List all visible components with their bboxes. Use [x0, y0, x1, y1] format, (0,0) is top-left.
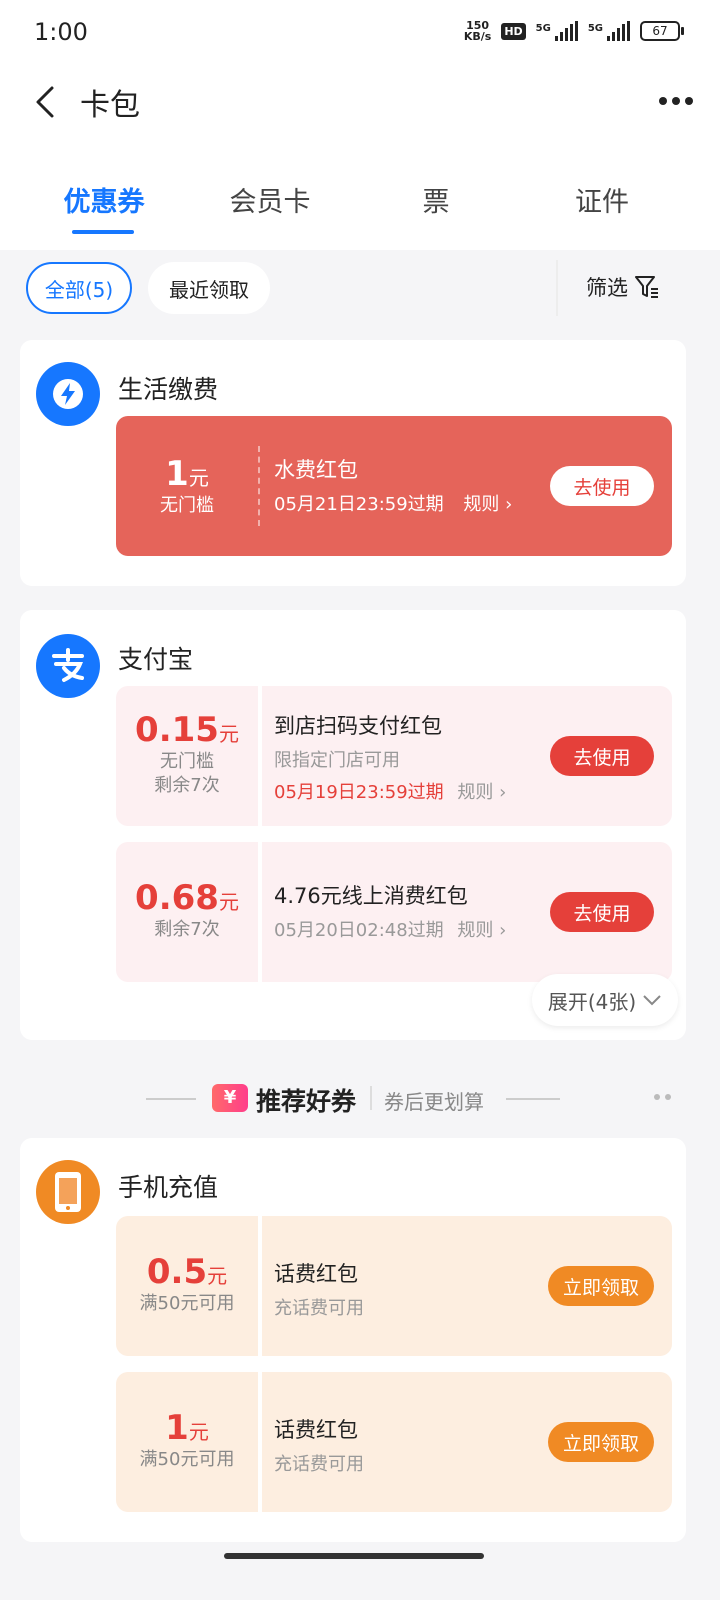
coupon-expiry: 05月19日23:59过期 — [274, 782, 444, 803]
filter-chip-recent[interactable]: 最近领取 — [148, 262, 270, 314]
tab-tickets[interactable]: 票 — [376, 180, 496, 219]
coupon-info: 水费红包 05月21日23:59过期 规则 › — [274, 458, 513, 515]
coupon-info: 话费红包 充话费可用 — [274, 1418, 364, 1475]
status-bar: 1:00 150 KB/s HD 5G 5G 67 — [0, 0, 720, 66]
signal-icon — [554, 21, 578, 41]
status-icons: 150 KB/s HD 5G 5G 67 — [463, 19, 684, 43]
signal-icon-2 — [607, 21, 630, 41]
coupon-expiry: 05月21日23:59过期 — [274, 494, 444, 515]
more-dots-icon[interactable] — [652, 1092, 674, 1102]
chevron-down-icon — [643, 995, 661, 1006]
page-title: 卡包 — [80, 88, 140, 123]
section-title: 支付宝 — [118, 645, 194, 674]
expand-button[interactable]: 展开(4张) — [532, 974, 678, 1026]
use-button[interactable]: 去使用 — [550, 466, 654, 506]
coupon-value: 1元 无门槛 — [160, 454, 214, 516]
battery-icon: 67 — [640, 21, 684, 41]
rules-link[interactable]: 规则 › — [463, 494, 512, 515]
recommend-title: 推荐好券 — [256, 1087, 357, 1116]
filter-label: 筛选 — [586, 276, 628, 300]
recommend-header: ¥ 推荐好券 券后更划算 — [0, 1076, 720, 1126]
rules-link[interactable]: 规则 › — [457, 920, 506, 941]
coupon-card[interactable]: 0.15元 无门槛 剩余7次 到店扫码支付红包 限指定门店可用 05月19日23… — [116, 686, 672, 826]
filter-chip-all[interactable]: 全部(5) — [26, 262, 132, 314]
coupon-card[interactable]: 1元 无门槛 水费红包 05月21日23:59过期 规则 › 去使用 — [116, 416, 672, 556]
5g-icon: 5G — [535, 22, 551, 34]
tab-coupons[interactable]: 优惠券 — [44, 180, 164, 234]
divider — [370, 1086, 372, 1110]
clock: 1:00 — [34, 18, 88, 46]
coupon-card[interactable]: 1元 满50元可用 话费红包 充话费可用 立即领取 — [116, 1372, 672, 1512]
coupon-divider — [258, 1372, 262, 1512]
tab-certificates[interactable]: 证件 — [542, 180, 662, 219]
active-tab-indicator — [72, 230, 134, 234]
coupon-expiry: 05月20日02:48过期 — [274, 920, 444, 941]
use-button[interactable]: 去使用 — [550, 736, 654, 776]
coupon-info: 到店扫码支付红包 限指定门店可用 05月19日23:59过期 规则 › — [274, 714, 507, 803]
tab-member-cards[interactable]: 会员卡 — [210, 180, 330, 219]
coupon-value: 0.68元 剩余7次 — [135, 878, 239, 940]
phone-icon — [36, 1160, 100, 1224]
coupon-divider — [258, 446, 260, 526]
use-button[interactable]: 去使用 — [550, 892, 654, 932]
funnel-icon — [635, 276, 658, 298]
lightning-icon — [36, 362, 100, 426]
hd-icon: HD — [501, 22, 526, 40]
network-speed: 150 KB/s — [463, 19, 492, 43]
coupon-divider — [258, 686, 262, 826]
coupon-info: 4.76元线上消费红包 05月20日02:48过期 规则 › — [274, 884, 507, 941]
rules-link[interactable]: 规则 › — [457, 782, 506, 803]
alipay-logo-icon — [36, 634, 100, 698]
coupon-value: 1元 满50元可用 — [139, 1408, 235, 1470]
section-mobile-recharge: 手机充值 0.5元 满50元可用 话费红包 充话费可用 立即领取 1元 满50元… — [20, 1138, 686, 1542]
coupon-value: 0.15元 无门槛 剩余7次 — [135, 710, 239, 796]
section-utility-payment: 生活缴费 1元 无门槛 水费红包 05月21日23:59过期 规则 › 去使用 — [20, 340, 686, 586]
ticket-icon: ¥ — [212, 1084, 248, 1112]
coupon-value: 0.5元 满50元可用 — [139, 1252, 235, 1314]
more-options-icon[interactable] — [658, 86, 694, 116]
tab-bar: 优惠券 会员卡 票 证件 — [0, 156, 720, 250]
divider — [146, 1098, 196, 1100]
5g-icon-2: 5G — [587, 22, 603, 34]
claim-button[interactable]: 立即领取 — [548, 1422, 654, 1462]
filter-button[interactable]: 筛选 — [586, 272, 660, 302]
coupon-divider — [258, 1216, 262, 1356]
coupon-divider — [258, 842, 262, 982]
back-arrow-icon[interactable] — [28, 82, 68, 122]
coupon-info: 话费红包 充话费可用 — [274, 1262, 364, 1319]
home-indicator[interactable] — [224, 1553, 484, 1559]
navigation-bar: 卡包 — [0, 66, 720, 156]
section-title: 生活缴费 — [118, 375, 219, 404]
divider — [506, 1098, 560, 1100]
coupon-card[interactable]: 0.68元 剩余7次 4.76元线上消费红包 05月20日02:48过期 规则 … — [116, 842, 672, 982]
recommend-subtitle: 券后更划算 — [384, 1090, 484, 1114]
divider — [556, 260, 558, 316]
claim-button[interactable]: 立即领取 — [548, 1266, 654, 1306]
coupon-card[interactable]: 0.5元 满50元可用 话费红包 充话费可用 立即领取 — [116, 1216, 672, 1356]
section-alipay: 支付宝 0.15元 无门槛 剩余7次 到店扫码支付红包 限指定门店可用 05月1… — [20, 610, 686, 1040]
section-title: 手机充值 — [118, 1173, 219, 1202]
filter-row: 全部(5) 最近领取 筛选 — [0, 250, 720, 328]
